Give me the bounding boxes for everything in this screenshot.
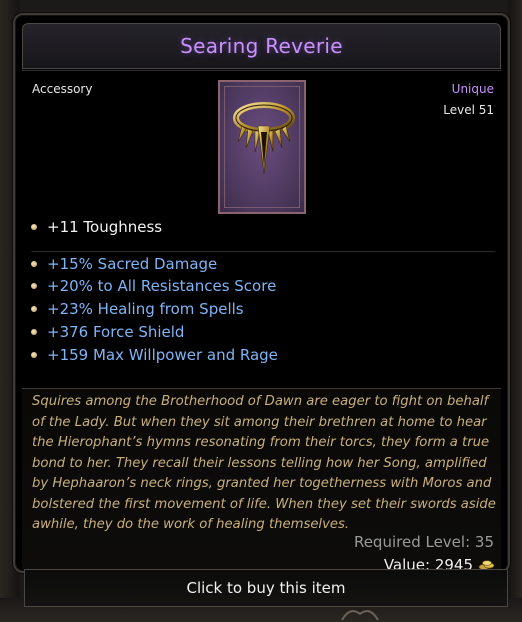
base-stat-toughness: +11 Toughness [31,218,162,236]
bullet-icon [31,224,37,230]
item-name: Searing Reverie [180,34,343,58]
mod-stat-willpower-rage: +159 Max Willpower and Rage [31,346,278,364]
item-rarity: Unique [451,82,494,96]
bullet-icon [31,329,37,335]
mod-stat-force-shield: +376 Force Shield [31,323,184,341]
item-level: Level 51 [443,103,494,117]
bullet-icon [31,306,37,312]
buy-item-button[interactable]: Click to buy this item [24,569,508,607]
required-level: Required Level: 35 [353,533,494,551]
background-right-frame [508,0,522,622]
header-divider [22,70,501,71]
tooltip-header: Searing Reverie [22,23,501,69]
bullet-icon [31,261,37,267]
item-tooltip: Searing Reverie Accessory Unique Level 5… [13,13,510,574]
frame-ornament-icon [341,610,379,621]
stats-divider [31,251,495,252]
item-image-frame [218,80,306,214]
mod-stat-sacred-damage: +15% Sacred Damage [31,255,217,273]
item-type: Accessory [32,82,93,96]
mod-stat-healing: +23% Healing from Spells [31,300,244,318]
necklace-torc-icon [233,102,295,175]
item-lore: Squires among the Brotherhood of Dawn ar… [32,394,496,532]
bullet-icon [31,283,37,289]
mod-stat-resistances: +20% to All Resistances Score [31,277,276,295]
bullet-icon [31,352,37,358]
